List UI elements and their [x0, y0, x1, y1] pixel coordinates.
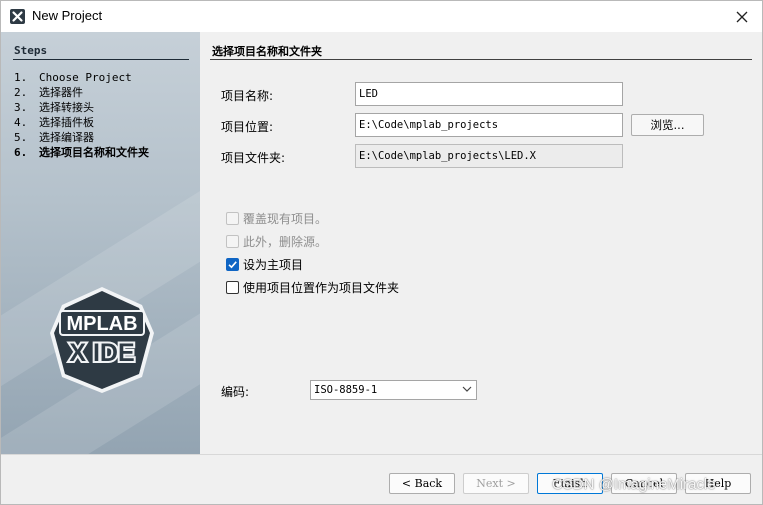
cancel-button[interactable]: Cancel [611, 473, 677, 494]
step-number: 3. [14, 101, 28, 114]
page-title: 选择项目名称和文件夹 [212, 45, 322, 58]
step-label: 选择项目名称和文件夹 [39, 146, 149, 159]
checkbox-label: 此外，删除源。 [243, 235, 328, 249]
steps-title: Steps [14, 44, 48, 57]
window-title: New Project [32, 8, 103, 23]
step-number: 5. [14, 131, 28, 144]
step-number: 6. [14, 146, 28, 159]
project-name-label: 项目名称: [221, 89, 274, 103]
steps-sidebar: Steps 1. Choose Project 2. 选择器件 3. 选择转接头… [1, 32, 200, 454]
delete-sources-checkbox[interactable]: 此外，删除源。 [226, 233, 327, 250]
encoding-select[interactable]: ISO-8859-1 [310, 380, 477, 400]
finish-button[interactable]: Finish [537, 473, 603, 494]
step-number: 2. [14, 86, 28, 99]
steps-divider [13, 59, 189, 60]
project-location-label: 项目位置: [221, 120, 274, 134]
back-button[interactable]: < Back [389, 473, 455, 494]
step-item-current: 6. 选择项目名称和文件夹 [14, 145, 149, 160]
new-project-dialog: New Project Steps 1. Choose Project 2. 选… [0, 0, 763, 505]
step-label: 选择器件 [39, 86, 83, 99]
logo-line2: X IDE [69, 339, 134, 367]
next-button[interactable]: Next > [463, 473, 529, 494]
main-panel: 选择项目名称和文件夹 项目名称: LED 项目位置: E:\Code\mplab… [200, 32, 762, 454]
project-folder-label: 项目文件夹: [221, 151, 286, 165]
step-item: 5. 选择编译器 [14, 130, 94, 145]
step-item: 3. 选择转接头 [14, 100, 94, 115]
use-location-as-folder-checkbox[interactable]: 使用项目位置作为项目文件夹 [226, 279, 399, 296]
title-divider [210, 59, 752, 60]
step-number: 4. [14, 116, 28, 129]
step-label: 选择编译器 [39, 131, 94, 144]
mplab-x-icon [10, 9, 25, 24]
step-label: 选择插件板 [39, 116, 94, 129]
overwrite-project-checkbox[interactable]: 覆盖现有项目。 [226, 210, 327, 227]
project-location-input[interactable]: E:\Code\mplab_projects [355, 113, 623, 137]
step-label: Choose Project [39, 71, 132, 84]
close-button[interactable] [722, 1, 762, 32]
help-button[interactable]: Help [685, 473, 751, 494]
checkbox-unchecked-icon [226, 212, 239, 225]
button-bar: < Back Next > Finish Cancel Help CSDN @I… [1, 454, 762, 504]
step-item: 4. 选择插件板 [14, 115, 94, 130]
step-number: 1. [14, 71, 28, 84]
checkbox-unchecked-icon [226, 281, 239, 294]
checkbox-label: 覆盖现有项目。 [243, 212, 328, 226]
mplab-x-ide-logo: MPLAB X IDE [50, 287, 154, 393]
checkbox-label: 设为主项目 [243, 258, 304, 272]
encoding-label: 编码: [221, 385, 250, 399]
logo-line1: MPLAB [66, 313, 137, 335]
set-main-project-checkbox[interactable]: 设为主项目 [226, 256, 303, 273]
encoding-value: ISO-8859-1 [314, 384, 378, 396]
checkbox-label: 使用项目位置作为项目文件夹 [243, 281, 400, 295]
close-icon [736, 11, 748, 22]
step-label: 选择转接头 [39, 101, 94, 114]
chevron-down-icon [462, 386, 472, 392]
checkbox-unchecked-icon [226, 235, 239, 248]
step-item: 2. 选择器件 [14, 85, 83, 100]
browse-button[interactable]: 浏览... [631, 114, 704, 136]
project-name-input[interactable]: LED [355, 82, 623, 106]
checkmark-icon [226, 258, 239, 271]
step-item: 1. Choose Project [14, 70, 132, 85]
project-folder-field: E:\Code\mplab_projects\LED.X [355, 144, 623, 168]
title-bar: New Project [1, 1, 762, 32]
